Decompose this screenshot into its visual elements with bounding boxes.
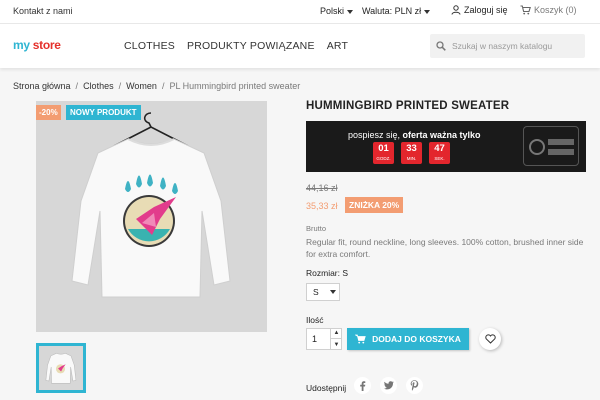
- discount-badge: ZNIŻKA 20%: [345, 197, 404, 213]
- facebook-icon[interactable]: [354, 377, 371, 394]
- search-icon[interactable]: [436, 41, 446, 51]
- contact-link[interactable]: Kontakt z nami: [13, 6, 73, 16]
- store-logo[interactable]: my store: [13, 38, 61, 52]
- quantity-increase-button[interactable]: ▲: [331, 328, 342, 339]
- header: my store CLOTHES PRODUKTY POWIĄZANE ART: [0, 24, 600, 68]
- user-icon: [451, 5, 461, 15]
- countdown-hours-value: 01: [378, 143, 389, 154]
- language-label: Polski: [320, 6, 345, 16]
- login-label: Zaloguj się: [464, 5, 508, 15]
- nav-item-art[interactable]: ART: [327, 40, 348, 52]
- search-input[interactable]: [452, 41, 582, 51]
- countdown-hours: 01 GODZ.: [373, 142, 394, 164]
- breadcrumb-current: PL Hummingbird printed sweater: [169, 81, 301, 91]
- breadcrumb-home[interactable]: Strona główna: [13, 81, 71, 91]
- caret-down-icon: [347, 9, 354, 14]
- quantity-stepper: ▲ ▼: [330, 328, 342, 350]
- cart-icon: [520, 5, 531, 15]
- promo-countdown-banner: pospiesz się, oferta ważna tylko 01 GODZ.…: [306, 121, 586, 172]
- black-friday-badge: [523, 126, 579, 166]
- product-thumbnail[interactable]: [36, 343, 86, 393]
- black-friday-logo: [529, 139, 574, 155]
- countdown-minutes-value: 33: [406, 143, 417, 154]
- share-buttons: [354, 377, 423, 394]
- wishlist-button[interactable]: [479, 328, 501, 350]
- top-bar: Kontakt z nami Polski Waluta: PLN zł Zal…: [0, 0, 600, 24]
- tax-label: Brutto: [306, 224, 327, 233]
- discount-flag: -20%: [36, 105, 61, 120]
- countdown-minutes: 33 MIN.: [401, 142, 422, 164]
- promo-text-normal: pospiesz się,: [348, 130, 403, 140]
- pinterest-icon[interactable]: [406, 377, 423, 394]
- breadcrumb-separator: /: [75, 81, 79, 91]
- quantity-label: Ilość: [306, 315, 324, 325]
- main-nav: CLOTHES PRODUKTY POWIĄZANE ART: [124, 40, 348, 52]
- product-cover-image[interactable]: [36, 101, 267, 332]
- breadcrumb-separator: /: [118, 81, 122, 91]
- product-title: HUMMINGBIRD PRINTED SWEATER: [306, 100, 510, 112]
- new-product-flag: NOWY PRODUKT: [66, 105, 141, 120]
- share-label: Udostępnij: [306, 383, 347, 393]
- promo-text: pospiesz się, oferta ważna tylko: [348, 130, 481, 140]
- breadcrumb-separator: /: [161, 81, 165, 91]
- quantity-value: 1: [312, 334, 318, 344]
- cart-icon: [355, 334, 366, 344]
- countdown-hours-label: GODZ.: [376, 156, 391, 161]
- size-select[interactable]: S: [306, 283, 340, 301]
- breadcrumb: Strona główna / Clothes / Women / PL Hum…: [13, 81, 300, 91]
- size-label: Rozmiar: S: [306, 268, 349, 278]
- countdown-seconds-value: 47: [434, 143, 445, 154]
- cart-label: Koszyk (0): [534, 5, 577, 15]
- countdown-seconds: 47 SEK.: [429, 142, 450, 164]
- cart-link[interactable]: Koszyk (0): [520, 5, 577, 15]
- currency-label: Waluta: PLN zł: [362, 6, 422, 16]
- breadcrumb-clothes[interactable]: Clothes: [83, 81, 114, 91]
- currency-selector[interactable]: Waluta: PLN zł: [362, 6, 431, 16]
- logo-my: my: [13, 38, 30, 52]
- countdown-timer: 01 GODZ. 33 MIN. 47 SEK.: [373, 142, 450, 164]
- twitter-icon[interactable]: [380, 377, 397, 394]
- current-price: 35,33 zł: [306, 201, 338, 211]
- sweater-illustration: [71, 112, 231, 298]
- countdown-minutes-label: MIN.: [406, 156, 417, 161]
- add-to-cart-button[interactable]: DODAJ DO KOSZYKA: [347, 328, 469, 350]
- login-link[interactable]: Zaloguj się: [451, 5, 508, 15]
- logo-store: store: [32, 38, 61, 52]
- search-box: [430, 34, 585, 58]
- breadcrumb-women[interactable]: Women: [126, 81, 157, 91]
- heart-icon: [484, 334, 496, 344]
- regular-price: 44,16 zł: [306, 183, 338, 193]
- caret-down-icon: [424, 9, 431, 14]
- quantity-decrease-button[interactable]: ▼: [331, 339, 342, 350]
- nav-item-related-products[interactable]: PRODUKTY POWIĄZANE: [187, 40, 315, 52]
- add-to-cart-label: DODAJ DO KOSZYKA: [372, 334, 461, 344]
- size-value: S: [313, 287, 319, 297]
- countdown-seconds-label: SEK.: [434, 156, 445, 161]
- product-description: Regular fit, round neckline, long sleeve…: [306, 237, 584, 259]
- nav-item-clothes[interactable]: CLOTHES: [124, 40, 175, 52]
- caret-down-icon: [329, 290, 336, 294]
- promo-text-bold: oferta ważna tylko: [402, 130, 481, 140]
- language-selector[interactable]: Polski: [320, 6, 354, 16]
- sweater-thumbnail-illustration: [45, 352, 77, 384]
